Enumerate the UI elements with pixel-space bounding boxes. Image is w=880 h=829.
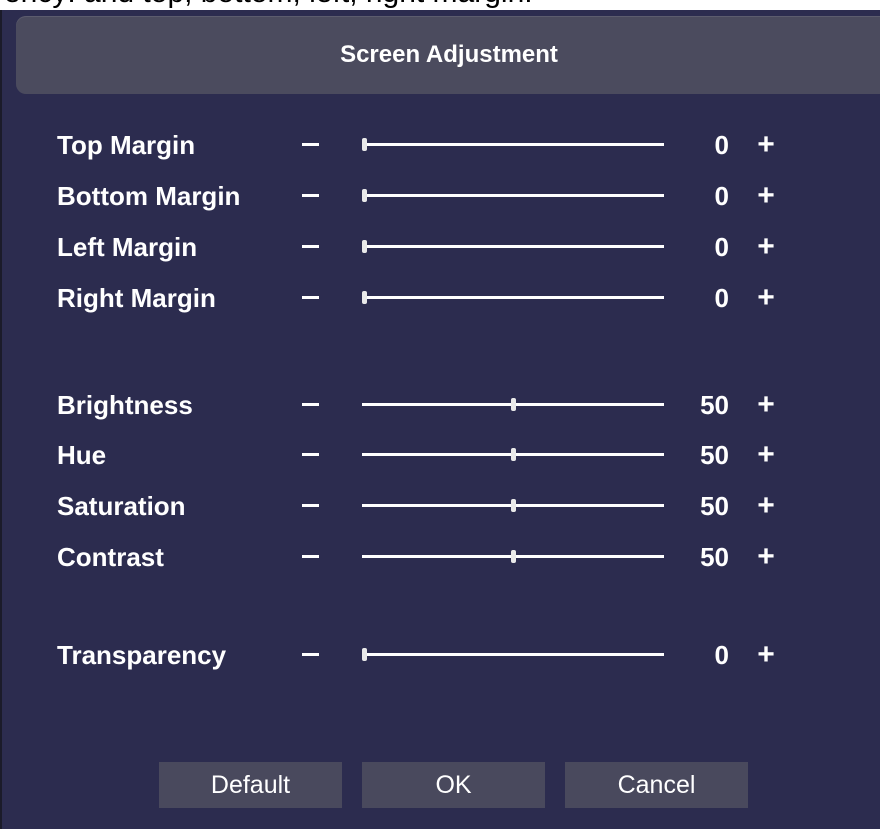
slider-handle[interactable] <box>511 448 516 461</box>
decrease-button[interactable] <box>302 245 319 248</box>
increase-button[interactable]: + <box>754 222 778 272</box>
setting-value: 0 <box>714 181 729 211</box>
setting-value: 0 <box>714 283 729 313</box>
setting-label: Bottom Margin <box>57 181 241 211</box>
setting-row-bottom-margin: Bottom Margin 0 + <box>2 171 880 221</box>
dialog-title-bar: Screen Adjustment <box>16 16 880 94</box>
increase-button[interactable]: + <box>754 380 778 430</box>
decrease-button[interactable] <box>302 453 319 456</box>
setting-value: 0 <box>714 232 729 262</box>
setting-value: 0 <box>714 640 729 670</box>
setting-label: Saturation <box>57 491 186 521</box>
default-button[interactable]: Default <box>159 762 342 808</box>
ok-button[interactable]: OK <box>362 762 545 808</box>
setting-row-right-margin: Right Margin 0 + <box>2 273 880 323</box>
setting-label: Brightness <box>57 390 193 420</box>
setting-row-top-margin: Top Margin 0 + <box>2 120 880 170</box>
setting-row-brightness: Brightness 50 + <box>2 380 880 430</box>
setting-label: Top Margin <box>57 130 196 160</box>
increase-button[interactable]: + <box>754 430 778 480</box>
decrease-button[interactable] <box>302 653 319 656</box>
setting-label: Transparency <box>57 640 227 670</box>
dialog-title: Screen Adjustment <box>340 41 558 68</box>
slider-handle[interactable] <box>511 398 516 411</box>
decrease-button[interactable] <box>302 555 319 558</box>
slider-track[interactable] <box>362 138 664 151</box>
decrease-button[interactable] <box>302 504 319 507</box>
setting-label: Right Margin <box>57 283 216 313</box>
setting-value: 50 <box>700 491 729 521</box>
decrease-button[interactable] <box>302 403 319 406</box>
setting-row-left-margin: Left Margin 0 + <box>2 222 880 272</box>
slider-track[interactable] <box>362 240 664 253</box>
setting-label: Left Margin <box>57 232 198 262</box>
screen-adjustment-dialog: Screen Adjustment Top Margin 0 + Bottom Mar… <box>0 10 880 829</box>
increase-button[interactable]: + <box>754 532 778 582</box>
slider-track[interactable] <box>362 189 664 202</box>
setting-value: 50 <box>700 440 729 470</box>
slider-handle[interactable] <box>511 550 516 563</box>
decrease-button[interactable] <box>302 143 319 146</box>
setting-row-hue: Hue 50 + <box>2 430 880 480</box>
slider-track[interactable] <box>362 648 664 661</box>
slider-handle[interactable] <box>362 189 367 202</box>
setting-label: Hue <box>57 440 107 470</box>
cancel-button[interactable]: Cancel <box>565 762 748 808</box>
slider-track[interactable] <box>362 448 664 461</box>
document-caption-fragment: rency: and top, bottom, left, right marg… <box>0 0 533 10</box>
slider-track[interactable] <box>362 291 664 304</box>
increase-button[interactable]: + <box>754 273 778 323</box>
slider-handle[interactable] <box>511 499 516 512</box>
increase-button[interactable]: + <box>754 171 778 221</box>
decrease-button[interactable] <box>302 194 319 197</box>
slider-handle[interactable] <box>362 648 367 661</box>
setting-label: Contrast <box>57 542 164 572</box>
slider-track[interactable] <box>362 499 664 512</box>
slider-handle[interactable] <box>362 291 367 304</box>
setting-row-transparency: Transparency 0 + <box>2 630 880 680</box>
increase-button[interactable]: + <box>754 481 778 531</box>
setting-row-contrast: Contrast 50 + <box>2 532 880 582</box>
setting-row-saturation: Saturation 50 + <box>2 481 880 531</box>
setting-value: 50 <box>700 390 729 420</box>
slider-track[interactable] <box>362 550 664 563</box>
slider-track[interactable] <box>362 398 664 411</box>
slider-handle[interactable] <box>362 138 367 151</box>
setting-value: 50 <box>700 542 729 572</box>
increase-button[interactable]: + <box>754 630 778 680</box>
increase-button[interactable]: + <box>754 120 778 170</box>
slider-handle[interactable] <box>362 240 367 253</box>
setting-value: 0 <box>714 130 729 160</box>
decrease-button[interactable] <box>302 296 319 299</box>
